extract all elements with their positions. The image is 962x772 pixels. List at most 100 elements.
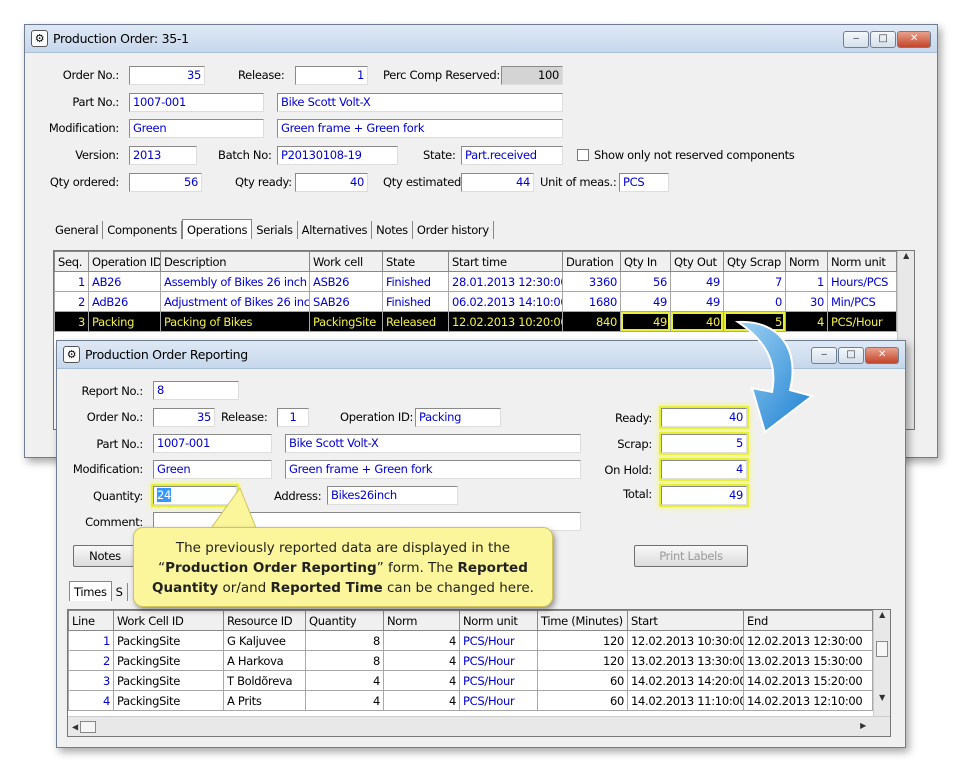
table-row[interactable]: 2 PackingSite A Harkova 8 4 PCS/Hour 120 13.02.… — [68, 650, 873, 671]
tab-serials[interactable]: Serials — [252, 221, 298, 239]
times-vertical-scrollbar[interactable]: ▲ ▼ — [873, 610, 890, 716]
tab-components[interactable]: Components — [103, 221, 182, 239]
state-field[interactable]: Part.received — [461, 146, 563, 165]
column-header[interactable]: Work cell — [309, 251, 383, 272]
tab-alternatives[interactable]: Alternatives — [298, 221, 373, 239]
column-header[interactable]: Description — [160, 251, 310, 272]
maximize-button[interactable]: □ — [838, 347, 864, 364]
qty-ordered-field[interactable]: 56 — [129, 173, 202, 192]
column-header[interactable]: Start time — [448, 251, 563, 272]
table-row[interactable]: 4 PackingSite A Prits 4 4 PCS/Hour 60 14.02.201… — [68, 690, 873, 711]
tab-times[interactable]: Times — [69, 581, 112, 601]
address-label: Address: — [274, 489, 322, 503]
table-cell: 12.02.2013 10:30:00 — [627, 630, 744, 651]
column-header[interactable]: Quantity — [305, 610, 384, 631]
tab-order-history[interactable]: Order history — [413, 221, 494, 239]
callout-bold-quantity: Quantity — [152, 580, 219, 596]
column-header[interactable]: Qty Out — [670, 251, 724, 272]
close-button[interactable]: ✕ — [865, 347, 899, 364]
batch-no-field[interactable]: P20130108-19 — [277, 146, 398, 165]
table-cell: 1 — [68, 630, 114, 651]
table-cell: 56 — [620, 271, 671, 292]
column-header[interactable]: Duration — [562, 251, 621, 272]
operation-id-field[interactable]: Packing — [415, 408, 501, 427]
table-row[interactable]: 1 AB26 Assembly of Bikes 26 inch ASB26 Finis… — [54, 271, 897, 292]
modification-field[interactable]: Green — [153, 460, 272, 479]
table-row[interactable]: 1 PackingSite G Kaljuvee 8 4 PCS/Hour 120 12.02… — [68, 630, 873, 651]
on-hold-label: On Hold: — [604, 463, 652, 477]
table-row[interactable]: 3 Packing Packing of Bikes PackingSite Relea… — [54, 311, 897, 332]
column-header[interactable]: Seq. — [54, 251, 89, 272]
explanation-callout: The previously reported data are display… — [133, 527, 553, 607]
column-header[interactable]: Start — [627, 610, 744, 631]
maximize-button[interactable]: □ — [870, 31, 896, 48]
column-header[interactable]: Resource ID — [223, 610, 306, 631]
qty-ready-label: Qty ready: — [235, 175, 292, 189]
minimize-button[interactable]: ‒ — [843, 31, 869, 48]
table-cell: 1 — [785, 271, 828, 292]
release-label: Release: — [221, 410, 268, 424]
notes-button[interactable]: Notes — [73, 545, 137, 567]
show-only-checkbox[interactable] — [577, 149, 589, 161]
release-field[interactable]: 1 — [277, 408, 309, 427]
table-cell: PCS/Hour — [827, 311, 897, 332]
operation-id-label: Operation ID: — [340, 410, 414, 424]
modification-field[interactable]: Green — [129, 119, 264, 138]
table-cell: A Harkova — [223, 650, 306, 671]
tab-operations[interactable]: Operations — [182, 219, 253, 239]
column-header[interactable]: Operation ID — [88, 251, 161, 272]
times-grid[interactable]: Line Work Cell ID Resource ID Quantity Norm N… — [67, 609, 891, 737]
table-cell: 4 — [383, 670, 460, 691]
column-header[interactable]: Norm — [785, 251, 828, 272]
times-scroll-thumb[interactable] — [876, 641, 888, 657]
table-cell: 4 — [68, 690, 114, 711]
column-header[interactable]: End — [743, 610, 873, 631]
part-desc-field[interactable]: Bike Scott Volt-X — [277, 93, 563, 112]
column-header[interactable]: Norm unit — [459, 610, 538, 631]
quantity-field[interactable]: 24 — [153, 486, 237, 505]
minimize-button[interactable]: ‒ — [811, 347, 837, 364]
unit-of-meas-field[interactable]: PCS — [619, 173, 669, 192]
tab-notes[interactable]: Notes — [372, 221, 413, 239]
print-labels-button[interactable]: Print Labels — [634, 545, 748, 567]
version-field[interactable]: 2013 — [129, 146, 197, 165]
column-header[interactable]: Qty In — [620, 251, 671, 272]
release-field[interactable]: 1 — [295, 66, 368, 85]
tab-general[interactable]: General — [51, 221, 104, 239]
part-no-field[interactable]: 1007-001 — [153, 434, 272, 453]
qty-estimated-field[interactable]: 44 — [461, 173, 534, 192]
modification-label: Modification: — [72, 462, 143, 476]
close-button[interactable]: ✕ — [897, 31, 931, 48]
qty-ready-field[interactable]: 40 — [295, 173, 368, 192]
column-header[interactable]: State — [382, 251, 449, 272]
column-header[interactable]: Line — [68, 610, 114, 631]
table-cell: 2 — [68, 650, 114, 671]
report-no-field[interactable]: 8 — [153, 381, 239, 400]
column-header[interactable]: Norm — [383, 610, 460, 631]
times-horizontal-scrollbar[interactable]: ◀ ▶ — [68, 716, 890, 736]
table-cell: AB26 — [88, 271, 161, 292]
tab-s[interactable]: S — [112, 583, 128, 601]
order-no-field[interactable]: 35 — [153, 408, 215, 427]
address-field[interactable]: Bikes26inch — [327, 486, 458, 505]
quantity-label: Quantity: — [92, 489, 143, 503]
show-only-label: Show only not reserved components — [594, 148, 795, 162]
times-hscroll-thumb[interactable] — [80, 721, 97, 733]
table-cell: 120 — [537, 630, 628, 651]
part-no-field[interactable]: 1007-001 — [129, 93, 264, 112]
title-bar[interactable]: ⚙ Production Order Reporting ‒ □ ✕ — [57, 341, 905, 369]
column-header[interactable]: Work Cell ID — [113, 610, 224, 631]
part-desc-field[interactable]: Bike Scott Volt-X — [285, 434, 581, 453]
title-bar[interactable]: ⚙ Production Order: 35-1 ‒ □ ✕ — [25, 25, 937, 53]
column-header[interactable]: Norm unit — [827, 251, 897, 272]
modification-desc-field[interactable]: Green frame + Green fork — [285, 460, 581, 479]
order-no-field[interactable]: 35 — [129, 66, 205, 85]
column-header[interactable]: Qty Scrap — [723, 251, 786, 272]
callout-text: can be changed here. — [382, 580, 534, 596]
column-header[interactable]: Time (Minutes) — [537, 610, 628, 631]
table-row[interactable]: 3 PackingSite T Boldõreva 4 4 PCS/Hour 60 14.02… — [68, 670, 873, 691]
window-title: Production Order Reporting — [85, 347, 248, 362]
table-row[interactable]: 2 AdB26 Adjustment of Bikes 26 inch SAB26 Fi… — [54, 291, 897, 312]
table-cell: AdB26 — [88, 291, 161, 312]
modification-desc-field[interactable]: Green frame + Green fork — [277, 119, 563, 138]
